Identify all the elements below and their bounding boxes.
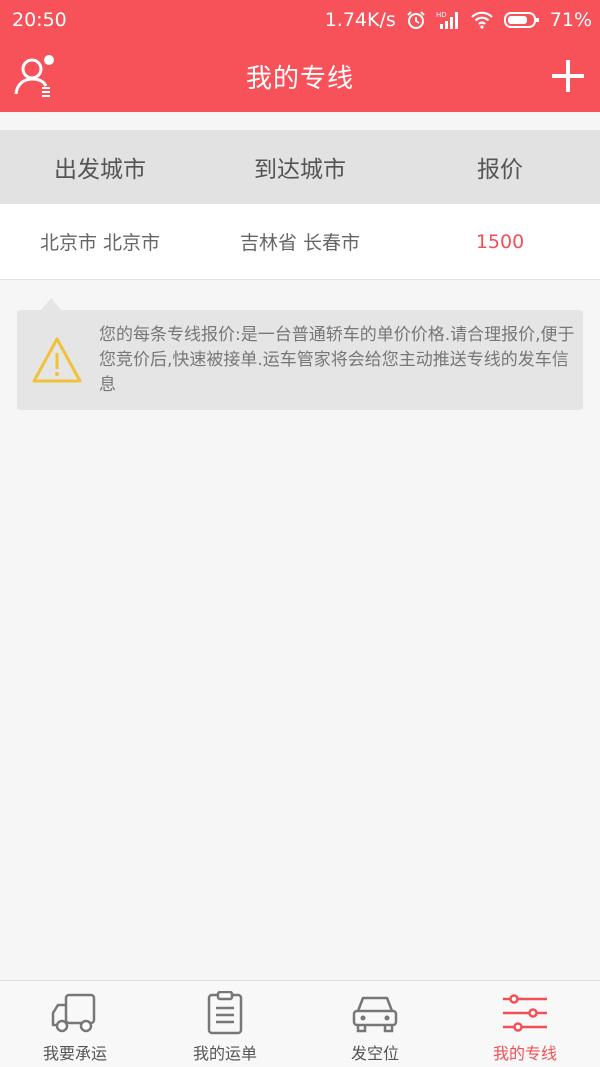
status-right: 1.74K/s HD 71%	[325, 9, 592, 31]
user-profile-icon[interactable]	[12, 54, 56, 100]
truck-icon	[51, 993, 96, 1033]
car-icon	[352, 996, 398, 1033]
status-bar: 20:50 1.74K/s HD 71%	[0, 0, 600, 40]
plus-icon[interactable]	[550, 58, 586, 94]
tab-carry[interactable]: 我要承运	[0, 981, 150, 1067]
row-to-city: 吉林省 长春市	[239, 232, 361, 254]
toolbar: 我的专线	[0, 40, 600, 112]
header-from-city: 出发城市	[54, 157, 146, 183]
tab-vacancy[interactable]: 发空位	[300, 981, 450, 1067]
app-bar: 20:50 1.74K/s HD 71% 我的专线	[0, 0, 600, 112]
status-time: 20:50	[12, 9, 67, 31]
clipboard-icon	[207, 991, 243, 1035]
warning-icon	[32, 337, 82, 383]
tab-label: 我的运单	[192, 1044, 257, 1063]
table-row[interactable]: 北京市 北京市 吉林省 长春市 1500	[0, 204, 600, 280]
route-lines-icon	[503, 994, 547, 1032]
tab-waybill[interactable]: 我的运单	[150, 981, 300, 1067]
tab-label: 我要承运	[42, 1044, 107, 1063]
header-to-city: 到达城市	[254, 157, 346, 183]
tip-text: 您的每条专线报价:是一台普通轿车的单价价格.请合理报价,便于您竞价后,快速被接单…	[99, 324, 575, 395]
page-title: 我的专线	[245, 63, 354, 94]
alarm-icon	[407, 11, 425, 29]
header-price: 报价	[477, 157, 523, 183]
tab-label: 我的专线	[492, 1044, 557, 1063]
table-header: 出发城市 到达城市 报价	[0, 130, 600, 204]
row-price: 1500	[475, 230, 525, 253]
row-from-city: 北京市 北京市	[39, 232, 161, 254]
hd-signal-icon: HD	[436, 11, 458, 29]
tab-label: 发空位	[350, 1044, 399, 1063]
battery-percent: 71%	[549, 9, 592, 31]
network-speed: 1.74K/s	[324, 9, 396, 31]
bottom-nav: 我要承运 我的运单 发空位 我的专线	[0, 980, 600, 1067]
tab-my-routes[interactable]: 我的专线	[450, 981, 600, 1067]
tip-box: 您的每条专线报价:是一台普通轿车的单价价格.请合理报价,便于您竞价后,快速被接单…	[17, 298, 583, 410]
battery-icon	[503, 12, 539, 28]
svg-text:HD: HD	[436, 11, 447, 19]
wifi-icon	[470, 11, 493, 29]
